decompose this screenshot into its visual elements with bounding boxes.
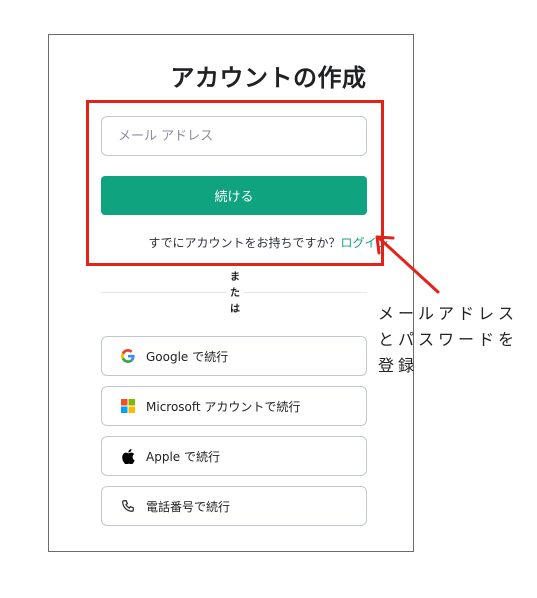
phone-icon — [120, 498, 136, 514]
microsoft-signin-label: Microsoft アカウントで続行 — [146, 399, 301, 414]
phone-signin-button[interactable]: 電話番号で続行 — [101, 486, 367, 526]
google-icon — [120, 348, 136, 364]
apple-icon — [120, 448, 136, 464]
annotation-note: メールアドレス とパスワードを 登録 — [378, 301, 528, 379]
annotation-line: 登録 — [378, 356, 419, 375]
page-title: アカウントの作成 — [170, 64, 367, 92]
annotation-line: メールアドレス — [378, 304, 519, 323]
highlight-box — [86, 100, 384, 266]
phone-signin-label: 電話番号で続行 — [146, 499, 231, 514]
google-signin-button[interactable]: Google で続行 — [101, 336, 367, 376]
apple-signin-label: Apple で続行 — [146, 449, 220, 464]
microsoft-signin-button[interactable]: Microsoft アカウントで続行 — [101, 386, 367, 426]
google-signin-label: Google で続行 — [146, 349, 229, 364]
apple-signin-button[interactable]: Apple で続行 — [101, 436, 367, 476]
annotation-line: とパスワードを — [378, 330, 519, 349]
microsoft-icon — [120, 398, 136, 414]
or-char: は — [230, 304, 240, 315]
or-divider: ま た は — [226, 270, 244, 318]
or-char: ま — [230, 272, 240, 283]
or-char: た — [230, 288, 240, 299]
